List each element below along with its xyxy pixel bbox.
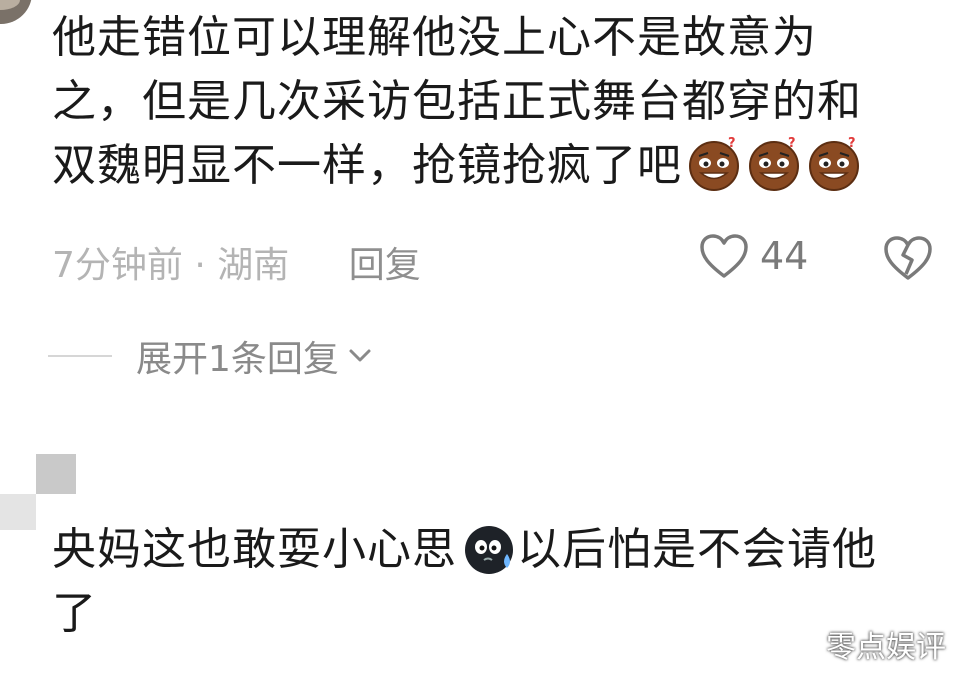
avatar-pixel-block bbox=[0, 494, 36, 530]
chevron-down-icon bbox=[349, 349, 371, 362]
expand-replies-button[interactable]: 展开1条回复 bbox=[48, 330, 375, 382]
comment-line: 以后怕是不会请他 bbox=[517, 524, 877, 575]
watermark: 零点娱评 bbox=[826, 630, 946, 665]
commenter-avatar[interactable] bbox=[0, 0, 32, 24]
comment-text: 他走错位可以理解他没上心不是故意为 之，但是几次采访包括正式舞台都穿的和 双魏明… bbox=[52, 6, 932, 198]
svg-text:?: ? bbox=[728, 136, 737, 151]
comment-line: 央妈这也敢耍小心思 bbox=[52, 524, 457, 575]
comment-line: 之，但是几次采访包括正式舞台都穿的和 bbox=[52, 76, 862, 127]
divider-line bbox=[48, 355, 112, 357]
expand-replies-label: 展开1条回复 bbox=[136, 339, 339, 380]
sweat-grin-emoji-icon: ? bbox=[809, 136, 859, 191]
comment-meta: 7分钟前 · 湖南 回复 bbox=[52, 236, 421, 288]
broken-heart-icon bbox=[884, 236, 932, 280]
svg-text:?: ? bbox=[848, 136, 857, 151]
reply-button[interactable]: 回复 bbox=[349, 245, 421, 286]
comment-line: 双魏明显不一样，抢镜抢疯了吧 bbox=[52, 140, 682, 191]
like-count: 44 bbox=[760, 234, 809, 278]
comment-line: 了 bbox=[52, 588, 97, 639]
like-button[interactable]: 44 bbox=[698, 232, 808, 280]
dark-sweat-emoji-icon bbox=[465, 526, 513, 574]
avatar-pixel-block bbox=[36, 454, 76, 494]
comment-line: 他走错位可以理解他没上心不是故意为 bbox=[52, 12, 817, 63]
sweat-grin-emoji-icon: ? bbox=[689, 136, 739, 191]
dislike-button[interactable] bbox=[882, 234, 934, 282]
svg-text:?: ? bbox=[788, 136, 797, 151]
comment-text: 央妈这也敢耍小心思 以后怕是不会请他 了 bbox=[52, 518, 932, 646]
sweat-grin-emoji-icon: ? bbox=[749, 136, 799, 191]
heart-icon bbox=[700, 234, 748, 278]
comment-time-location: 7分钟前 · 湖南 bbox=[52, 245, 290, 286]
